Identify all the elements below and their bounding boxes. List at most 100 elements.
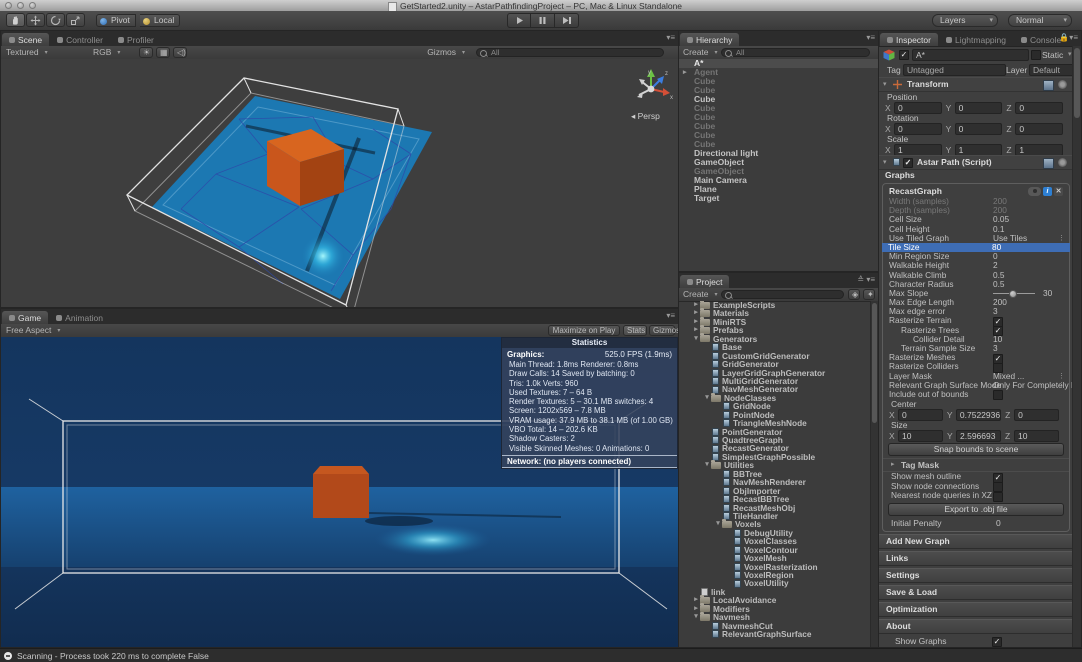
- gizmo-x-axis[interactable]: [663, 88, 670, 96]
- scene-gizmos-dropdown[interactable]: Gizmos: [427, 47, 466, 58]
- game-viewport[interactable]: Statistics Graphics: 525.0 FPS (1.9ms) M…: [1, 337, 678, 647]
- tab-game[interactable]: Game: [2, 311, 48, 324]
- project-item[interactable]: ▾Generators: [679, 335, 871, 343]
- layer-dropdown[interactable]: Default: [1029, 64, 1073, 76]
- project-item[interactable]: ▾Utilities: [679, 461, 871, 469]
- setting-row[interactable]: Rasterize Trees: [883, 326, 1069, 335]
- panel-menu-icon[interactable]: ≙ ▾≡: [857, 276, 875, 284]
- project-item[interactable]: SimplestGraphPossible: [679, 453, 871, 461]
- perspective-toggle[interactable]: ◂ Persp: [631, 111, 660, 122]
- setting-checkbox[interactable]: [993, 390, 1003, 400]
- show-graphs-checkbox[interactable]: [992, 637, 1002, 647]
- snap-bounds-button[interactable]: Snap bounds to scene: [888, 443, 1064, 456]
- transform-component-header[interactable]: ▾ Transform: [879, 77, 1073, 92]
- vector-x-field[interactable]: 0: [894, 102, 942, 114]
- game-gizmos-dropdown[interactable]: Gizmos ▾: [649, 325, 675, 336]
- section-about[interactable]: About: [879, 619, 1073, 634]
- vector-y-field[interactable]: 0.7522936: [956, 409, 1001, 421]
- vector-y-field[interactable]: 2.596693: [956, 430, 1001, 442]
- play-button[interactable]: [507, 13, 531, 28]
- project-item[interactable]: ▸Prefabs: [679, 326, 871, 334]
- step-button[interactable]: [555, 13, 579, 28]
- static-dropdown-icon[interactable]: ▾: [1068, 50, 1072, 58]
- foldout-arrow-icon[interactable]: ▸: [692, 605, 700, 613]
- gameobject-name-field[interactable]: A*: [912, 49, 1029, 61]
- section-links[interactable]: Links: [879, 551, 1073, 566]
- toggle-checkbox[interactable]: [993, 492, 1003, 502]
- tab-project[interactable]: Project: [680, 275, 729, 288]
- vector-x-field[interactable]: 0: [894, 123, 942, 135]
- foldout-arrow-icon[interactable]: ▾: [714, 520, 722, 528]
- tab-animation[interactable]: Animation: [49, 311, 110, 324]
- static-checkbox[interactable]: [1031, 50, 1041, 60]
- render-channel-dropdown[interactable]: RGB: [93, 47, 121, 58]
- hand-tool-button[interactable]: [6, 13, 25, 27]
- foldout-arrow-icon[interactable]: ▾: [703, 394, 711, 402]
- foldout-arrow-icon[interactable]: ▾: [692, 613, 700, 621]
- hierarchy-create-dropdown[interactable]: Create: [683, 47, 719, 58]
- active-checkbox[interactable]: [899, 50, 909, 60]
- vector-y-field[interactable]: 0: [955, 123, 1003, 135]
- info-icon[interactable]: i: [1043, 187, 1052, 196]
- vector-z-field[interactable]: 0: [1014, 409, 1059, 421]
- foldout-arrow-icon[interactable]: ▸: [692, 318, 700, 326]
- setting-value[interactable]: 30: [1043, 289, 1052, 298]
- tag-dropdown[interactable]: Untagged: [903, 64, 1006, 76]
- render-mode-dropdown[interactable]: Textured: [6, 47, 49, 58]
- project-item[interactable]: ▸Modifiers: [679, 605, 871, 613]
- project-item[interactable]: ▸ExampleScripts: [679, 301, 871, 309]
- tag-mask-foldout[interactable]: ▸ Tag Mask: [883, 458, 1069, 471]
- export-obj-button[interactable]: Export to .obj file: [888, 503, 1064, 516]
- console-message-icon[interactable]: [4, 652, 12, 660]
- graph-visibility-eye-icon[interactable]: [1028, 187, 1041, 196]
- foldout-arrow-icon[interactable]: ▸: [891, 459, 895, 471]
- inspector-scrollbar[interactable]: [1072, 46, 1081, 647]
- slider-thumb[interactable]: [1009, 290, 1017, 298]
- scene-search-input[interactable]: All: [476, 48, 664, 57]
- foldout-arrow-icon[interactable]: ▾: [883, 156, 887, 169]
- gear-icon[interactable]: [1058, 80, 1067, 89]
- foldout-arrow-icon[interactable]: ▸: [692, 596, 700, 604]
- tab-controller[interactable]: Controller: [50, 33, 110, 46]
- add-new-graph-button[interactable]: Add New Graph: [879, 534, 1073, 549]
- tab-scene[interactable]: Scene: [2, 33, 49, 46]
- pivot-toggle-button[interactable]: Pivot: [96, 14, 136, 27]
- scene-audio-toggle[interactable]: ◁): [173, 47, 187, 58]
- layers-dropdown[interactable]: Layers: [932, 14, 998, 27]
- scene-lighting-toggle[interactable]: ☀: [139, 47, 153, 58]
- panel-menu-icon[interactable]: ▾≡: [666, 34, 675, 42]
- delete-graph-icon[interactable]: ✕: [1054, 187, 1063, 196]
- vector-z-field[interactable]: 0: [1015, 123, 1063, 135]
- scene-viewport[interactable]: x z y ◂ Persp: [1, 59, 678, 307]
- foldout-arrow-icon[interactable]: ▸: [683, 68, 687, 77]
- aspect-dropdown[interactable]: Free Aspect: [6, 325, 61, 336]
- scene-fx-toggle[interactable]: ▦: [156, 47, 170, 58]
- hierarchy-item[interactable]: Target: [679, 194, 878, 203]
- pause-button[interactable]: [531, 13, 555, 28]
- foldout-arrow-icon[interactable]: ▾: [703, 461, 711, 469]
- project-create-dropdown[interactable]: Create: [683, 289, 719, 300]
- scene-orientation-gizmo[interactable]: x z y ◂ Persp: [627, 67, 675, 125]
- search-by-label-icon[interactable]: ✦: [863, 289, 875, 300]
- project-item[interactable]: TileHandler: [679, 512, 871, 520]
- setting-value[interactable]: 3: [993, 344, 998, 353]
- project-item[interactable]: ▸Materials: [679, 309, 871, 317]
- foldout-arrow-icon[interactable]: ▸: [692, 309, 700, 317]
- vector-z-field[interactable]: 1: [1015, 144, 1063, 156]
- vector-z-field[interactable]: 0: [1015, 102, 1063, 114]
- move-tool-button[interactable]: [26, 13, 45, 27]
- tab-lightmapping[interactable]: Lightmapping: [939, 33, 1013, 46]
- project-item[interactable]: ▸MiniRTS: [679, 318, 871, 326]
- section-optimization[interactable]: Optimization: [879, 602, 1073, 617]
- foldout-arrow-icon[interactable]: ▸: [692, 301, 700, 309]
- foldout-arrow-icon[interactable]: ▾: [692, 335, 700, 343]
- panel-menu-icon[interactable]: ▾≡: [866, 34, 875, 42]
- gear-icon[interactable]: [1058, 158, 1067, 167]
- project-item[interactable]: ▸LocalAvoidance: [679, 596, 871, 604]
- maximize-on-play-button[interactable]: Maximize on Play: [548, 325, 620, 336]
- section-save-load[interactable]: Save & Load: [879, 585, 1073, 600]
- vector-x-field[interactable]: 1: [894, 144, 942, 156]
- project-item[interactable]: VoxelUtility: [679, 579, 871, 587]
- scale-tool-button[interactable]: [66, 13, 85, 27]
- vector-y-field[interactable]: 0: [955, 102, 1003, 114]
